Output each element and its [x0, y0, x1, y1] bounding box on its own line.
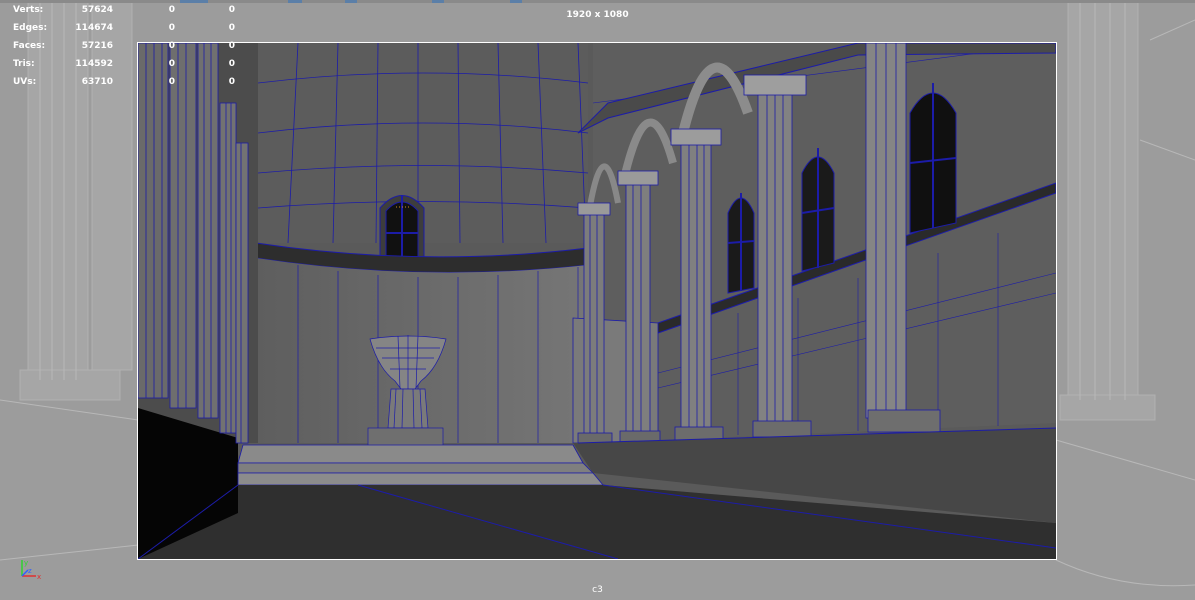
axis-z-label: z [28, 567, 32, 575]
hud-row-edges: Edges: 114674 0 0 [0, 19, 250, 37]
hud-value: 57216 [81, 41, 113, 51]
hud-row-uvs: UVs: 63710 0 0 [0, 73, 250, 91]
panel-tab-marker[interactable] [345, 0, 357, 3]
left-colonnade [138, 43, 249, 444]
hud-label: UVs: [13, 77, 37, 87]
hud-value: 0 [168, 23, 175, 33]
hud-value: 0 [228, 41, 235, 51]
axis-y-label: y [24, 559, 28, 567]
hud-label: Faces: [13, 41, 46, 51]
wireframe-scene[interactable] [138, 43, 1056, 559]
hud-value: 0 [168, 41, 175, 51]
resolution-gate[interactable] [137, 42, 1057, 560]
axis-x-label: x [37, 573, 41, 581]
hud-value: 0 [168, 59, 175, 69]
hud-value: 63710 [81, 77, 113, 87]
poly-count-hud: Verts: 57624 0 0 Edges: 114674 0 0 Faces… [0, 0, 250, 95]
apse-window [379, 195, 425, 264]
hud-value: 0 [228, 5, 235, 15]
ghost-column-right-1 [1067, 0, 1139, 401]
hud-row-verts: Verts: 57624 0 0 [0, 1, 250, 19]
hud-value: 57624 [81, 5, 113, 15]
hud-value: 114674 [75, 23, 113, 33]
hud-label: Tris: [13, 59, 35, 69]
panel-tab-marker[interactable] [288, 0, 302, 3]
camera-name-label: c3 [592, 585, 603, 595]
hud-value: 0 [228, 77, 235, 87]
altar-steps [237, 444, 604, 486]
hud-value: 114592 [75, 59, 113, 69]
hud-value: 0 [228, 23, 235, 33]
hud-row-tris: Tris: 114592 0 0 [0, 55, 250, 73]
panel-tab-marker[interactable] [510, 0, 522, 3]
hud-row-faces: Faces: 57216 0 0 [0, 37, 250, 55]
hud-value: 0 [228, 59, 235, 69]
hud-label: Verts: [13, 5, 44, 15]
hud-label: Edges: [13, 23, 48, 33]
panel-tab-marker[interactable] [432, 0, 444, 3]
hud-value: 0 [168, 5, 175, 15]
axis-gizmo-icon: y z x [21, 559, 41, 581]
hud-value: 0 [168, 77, 175, 87]
